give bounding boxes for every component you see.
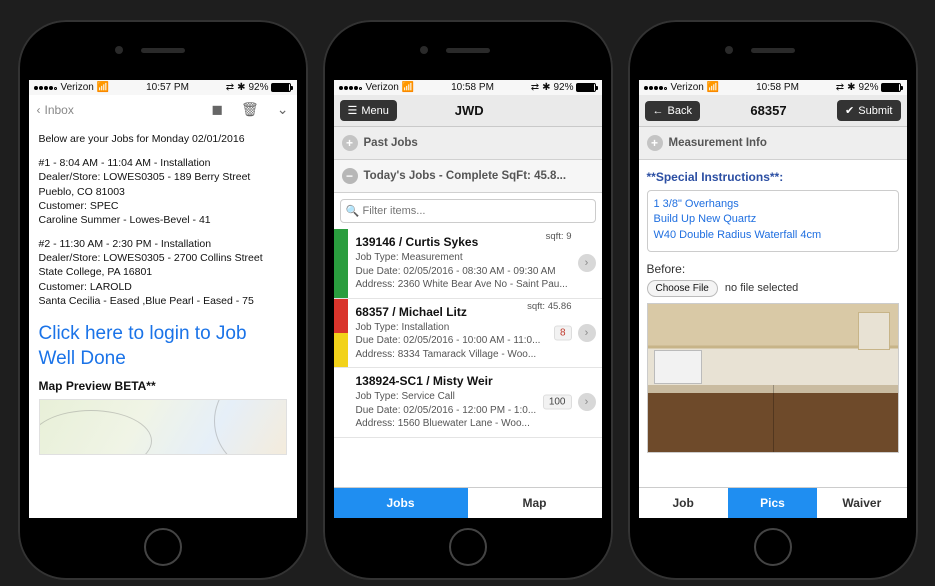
chevron-right-icon: ›: [578, 393, 596, 411]
status-bar: Verizon 📶 10:57 PM ⇄✱92%: [29, 80, 297, 95]
chevron-down-icon[interactable]: ⌄: [277, 101, 289, 118]
plus-icon: +: [647, 135, 663, 151]
before-photo[interactable]: [647, 303, 899, 453]
menu-button[interactable]: ☰Menu: [340, 100, 397, 121]
phone-2: Verizon 📶 10:58 PM ⇄✱92% ☰Menu JWD +Past…: [323, 20, 613, 580]
phone-3: Verizon 📶 10:58 PM ⇄✱92% ←Back 68357 ✔Su…: [628, 20, 918, 580]
email-body: Below are your Jobs for Monday 02/01/201…: [29, 124, 297, 518]
home-button[interactable]: [449, 528, 487, 566]
back-button[interactable]: ←Back: [645, 101, 700, 121]
trash-icon[interactable]: 🗑: [241, 101, 259, 118]
minus-icon: −: [342, 168, 358, 184]
battery-icon: [576, 83, 596, 92]
home-button[interactable]: [754, 528, 792, 566]
count-badge: 8: [554, 325, 572, 340]
special-instructions-label: **Special Instructions**:: [647, 170, 899, 184]
submit-button[interactable]: ✔Submit: [837, 100, 900, 121]
signal-dots-icon: [34, 82, 58, 93]
job-row[interactable]: sqft: 9 139146 / Curtis Sykes Job Type: …: [334, 229, 602, 299]
map-preview-label: Map Preview BETA**: [39, 379, 287, 393]
filter-input[interactable]: [340, 199, 596, 223]
page-title: 68357: [750, 103, 786, 118]
special-instructions-box: 1 3/8" Overhangs Build Up New Quartz W40…: [647, 190, 899, 252]
choose-file-button[interactable]: Choose File: [647, 280, 718, 297]
signal-dots-icon: [339, 82, 363, 93]
battery-icon: [881, 83, 901, 92]
count-badge: 100: [543, 395, 572, 410]
tab-waiver[interactable]: Waiver: [817, 488, 906, 518]
wifi-icon: 📶: [707, 82, 719, 93]
before-label: Before:: [647, 262, 899, 276]
check-icon: ✔: [845, 104, 854, 117]
bottom-tabs: Jobs Map: [334, 487, 602, 518]
search-icon: 🔍: [346, 205, 360, 218]
app-header: ☰Menu JWD: [334, 95, 602, 127]
job-row[interactable]: sqft: 45.86 68357 / Michael Litz Job Typ…: [334, 299, 602, 369]
login-link[interactable]: Click here to login to Job Well Done: [39, 322, 287, 371]
mail-navbar: ‹Inbox ◼ 🗑 ⌄: [29, 95, 297, 124]
clock: 10:58 PM: [756, 82, 799, 93]
back-button[interactable]: ‹Inbox: [37, 103, 74, 117]
todays-jobs-section[interactable]: −Today's Jobs - Complete SqFt: 45.8...: [334, 160, 602, 193]
status-stripe: [334, 229, 348, 298]
home-button[interactable]: [144, 528, 182, 566]
tab-pics[interactable]: Pics: [728, 488, 817, 518]
sqft-label: sqft: 9: [546, 231, 572, 242]
chevron-left-icon: ‹: [37, 103, 41, 117]
status-stripe: [334, 368, 348, 437]
phone-1: Verizon 📶 10:57 PM ⇄✱92% ‹Inbox ◼ 🗑 ⌄ Be…: [18, 20, 308, 580]
arrow-left-icon: ←: [653, 105, 664, 117]
clock: 10:58 PM: [451, 82, 494, 93]
sqft-label: sqft: 45.86: [527, 301, 571, 312]
page-title: JWD: [455, 103, 484, 118]
job-row[interactable]: 138924-SC1 / Misty Weir Job Type: Servic…: [334, 368, 602, 438]
file-status: no file selected: [725, 282, 798, 294]
map-preview-image[interactable]: [39, 399, 287, 455]
status-stripe: [334, 299, 348, 368]
chevron-right-icon: ›: [578, 324, 596, 342]
status-bar: Verizon 📶 10:58 PM ⇄✱92%: [334, 80, 602, 95]
bottom-tabs: Job Pics Waiver: [639, 487, 907, 518]
battery-icon: [271, 83, 291, 92]
status-bar: Verizon 📶 10:58 PM ⇄✱92%: [639, 80, 907, 95]
wifi-icon: 📶: [402, 82, 414, 93]
wifi-icon: 📶: [97, 82, 109, 93]
archive-icon[interactable]: ◼: [211, 101, 223, 118]
chevron-right-icon: ›: [578, 254, 596, 272]
hamburger-icon: ☰: [348, 104, 358, 117]
tab-jobs[interactable]: Jobs: [334, 488, 468, 518]
past-jobs-section[interactable]: +Past Jobs: [334, 127, 602, 160]
clock: 10:57 PM: [146, 82, 189, 93]
tab-job[interactable]: Job: [639, 488, 728, 518]
measurement-info-section[interactable]: +Measurement Info: [639, 127, 907, 160]
signal-dots-icon: [644, 82, 668, 93]
plus-icon: +: [342, 135, 358, 151]
tab-map[interactable]: Map: [468, 488, 602, 518]
app-header: ←Back 68357 ✔Submit: [639, 95, 907, 127]
